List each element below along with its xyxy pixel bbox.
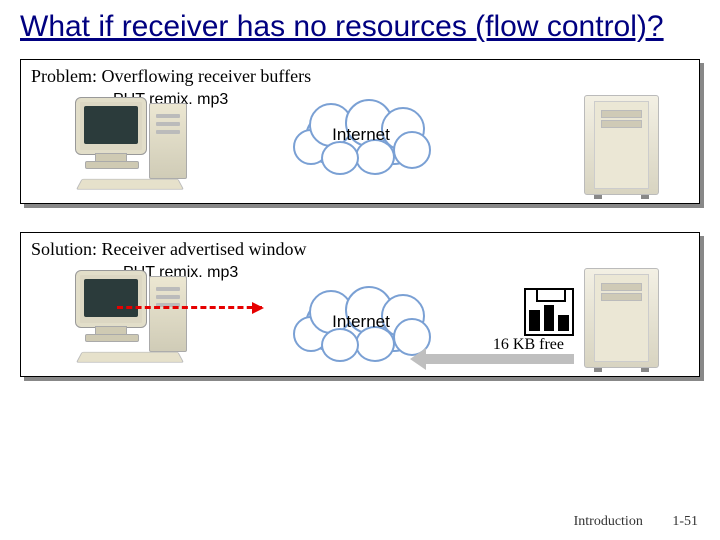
cloud-label-problem: Internet <box>291 125 431 145</box>
server-icon <box>584 95 659 195</box>
solution-panel: Solution: Receiver advertised window PUT… <box>20 232 700 377</box>
problem-heading: Problem: Overflowing receiver buffers <box>31 66 689 87</box>
advertised-window-arrow-icon <box>424 354 574 364</box>
cloud-label-solution: Internet <box>291 312 431 332</box>
server-icon <box>584 268 659 368</box>
data-arrow-icon <box>117 306 262 309</box>
page-number: 1-51 <box>672 514 698 529</box>
advertised-window-label: 16 KB free <box>493 336 564 354</box>
client-computer-icon <box>71 97 191 192</box>
slide-footer: Introduction 1-51 <box>574 514 698 530</box>
slide-title: What if receiver has no resources (flow … <box>20 10 700 43</box>
client-computer-icon <box>71 270 191 365</box>
receiver-buffer-icon <box>524 288 574 336</box>
solution-heading: Solution: Receiver advertised window <box>31 239 689 260</box>
chapter-label: Introduction <box>574 514 643 529</box>
internet-cloud-icon: Internet <box>291 101 431 171</box>
problem-panel: Problem: Overflowing receiver buffers PU… <box>20 59 700 204</box>
